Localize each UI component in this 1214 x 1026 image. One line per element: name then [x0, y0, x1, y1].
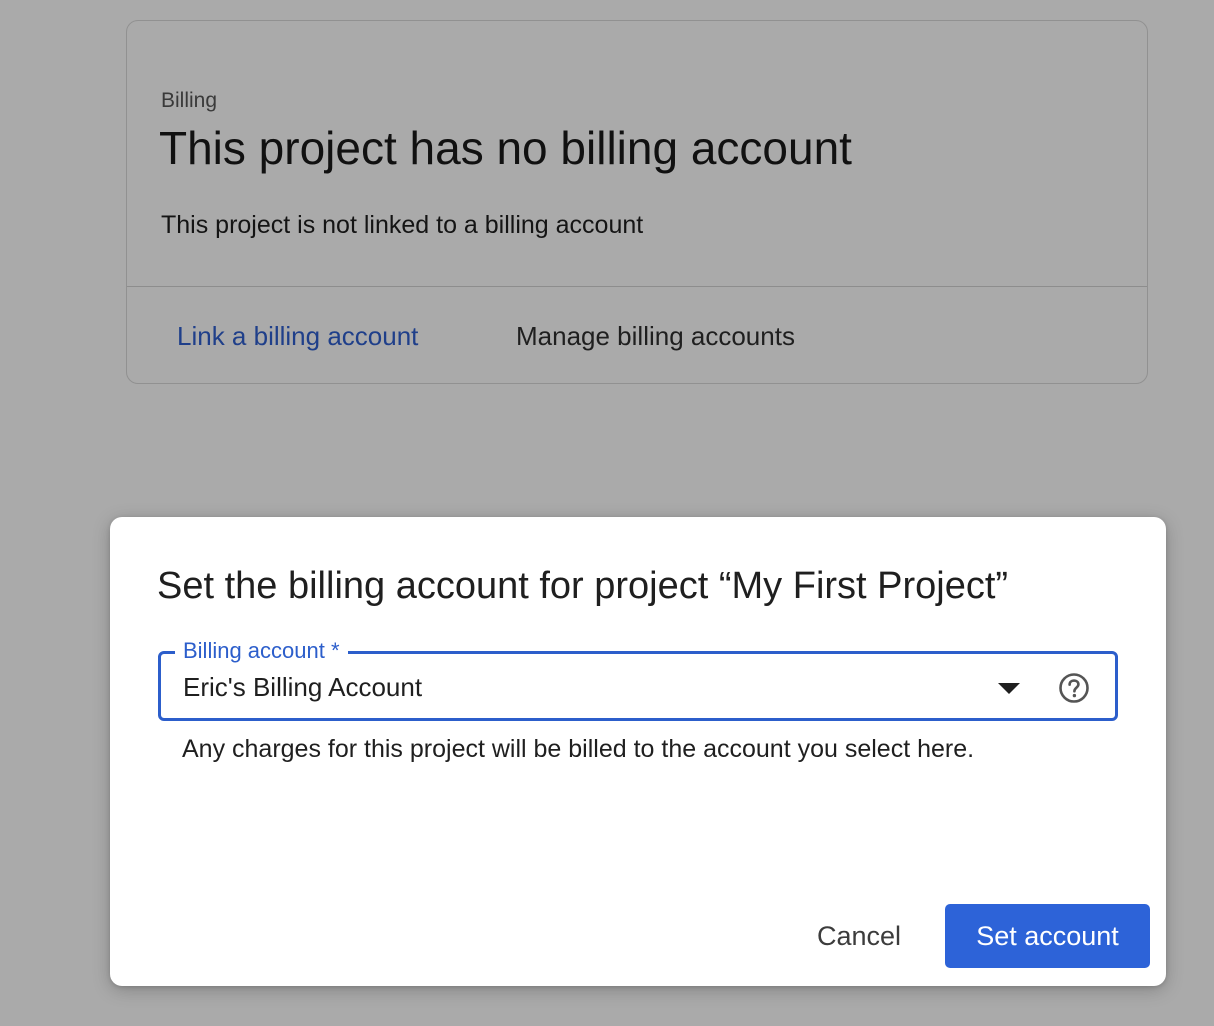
billing-helper-text: Any charges for this project will be bil… [182, 735, 975, 763]
billing-account-value: Eric's Billing Account [183, 672, 423, 702]
set-billing-account-dialog: Set the billing account for project “My … [110, 517, 1166, 986]
billing-account-label: Billing account * [175, 636, 348, 666]
cancel-button[interactable]: Cancel [800, 904, 918, 968]
billing-card: Billing This project has no billing acco… [126, 20, 1148, 384]
link-billing-account-button[interactable]: Link a billing account [177, 321, 418, 352]
manage-billing-accounts-button[interactable]: Manage billing accounts [516, 321, 795, 352]
billing-title: This project has no billing account [159, 122, 852, 174]
set-account-button[interactable]: Set account [945, 904, 1150, 968]
billing-description: This project is not linked to a billing … [161, 211, 644, 239]
card-divider [127, 286, 1147, 287]
dialog-title: Set the billing account for project “My … [157, 565, 1009, 607]
help-icon[interactable] [1058, 672, 1090, 704]
dropdown-arrow-icon[interactable] [998, 683, 1020, 694]
billing-account-select[interactable]: Billing account * Eric's Billing Account [158, 636, 1118, 721]
billing-eyebrow: Billing [161, 89, 218, 112]
